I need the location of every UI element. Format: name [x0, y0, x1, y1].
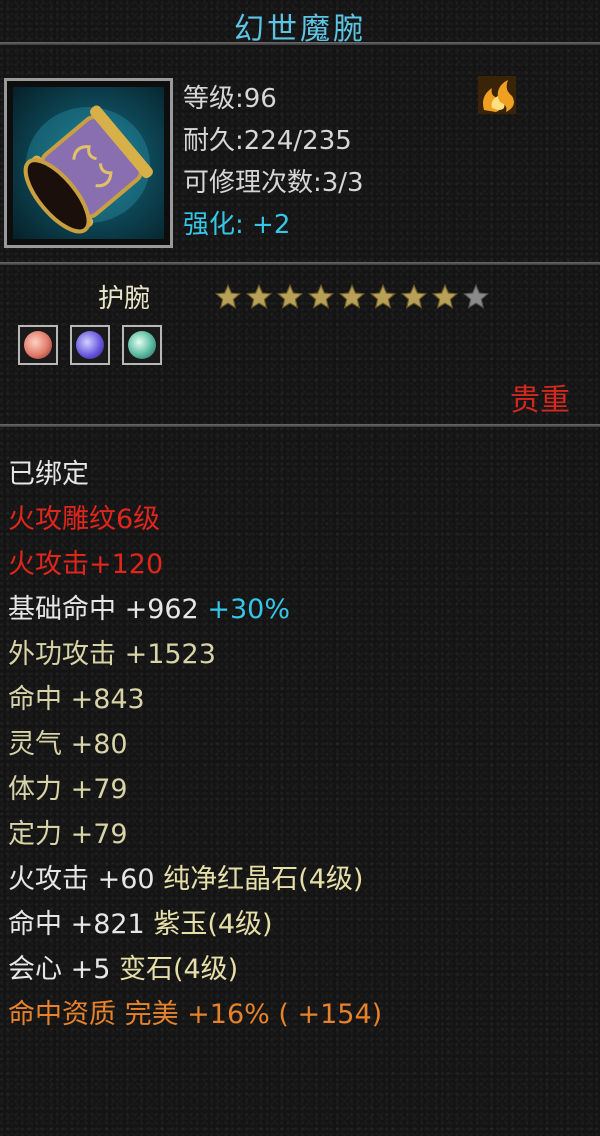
red-gem-icon [24, 331, 52, 359]
item-enhance: 强化: +2 [183, 204, 290, 241]
gem3-name: 变石(4级) [118, 954, 239, 985]
star-empty-icon [462, 283, 490, 309]
gem-slot-3[interactable] [122, 325, 162, 365]
gem3-stat: 会心 +5 [8, 954, 119, 985]
gem2-name: 紫玉(4级) [153, 909, 273, 940]
focus: 定力 +79 [8, 819, 128, 850]
stamina: 体力 +79 [8, 774, 128, 805]
enhance-label: 强化: [183, 210, 244, 240]
item-type: 护腕 [98, 284, 151, 314]
bound-status: 已绑定 [8, 459, 89, 490]
bracer-icon [13, 87, 164, 239]
star-filled-icon [214, 283, 242, 309]
attribute-list: 已绑定 火攻雕纹6级 火攻击+120 基础命中 +962 +30% 外功攻击 +… [8, 455, 382, 1040]
gem1-stat: 火攻击 +60 [8, 864, 164, 895]
purple-gem-icon [76, 331, 104, 359]
star-filled-icon [400, 283, 428, 309]
item-level: 等级:96 [183, 84, 277, 114]
item-repair-count: 可修理次数:3/3 [183, 168, 364, 198]
star-filled-icon [431, 283, 459, 309]
divider-2 [0, 424, 600, 427]
star-filled-icon [276, 283, 304, 309]
enhance-value: +2 [252, 210, 291, 240]
hit-aptitude: 命中资质 完美 +16% ( +154) [8, 995, 382, 1040]
star-rating [214, 283, 490, 311]
hit: 命中 +843 [8, 684, 145, 715]
engraving: 火攻雕纹6级 [8, 504, 161, 535]
gem-slot-1[interactable] [18, 325, 58, 365]
fire-attack: 火攻击+120 [8, 549, 164, 580]
fire-icon [472, 74, 520, 118]
gem1-name: 纯净红晶石(4级) [163, 864, 364, 895]
item-durability: 耐久:224/235 [183, 126, 352, 156]
item-icon-frame [4, 78, 173, 248]
aptitude-value: 完美 +16% ( +154) [124, 999, 383, 1030]
base-hit-value: 基础命中 +962 [8, 594, 199, 625]
green-gem-icon [128, 331, 156, 359]
item-name: 幻世魔腕 [234, 12, 366, 47]
aptitude-label: 命中资质 [8, 999, 125, 1030]
base-hit-pct: +30% [207, 594, 290, 625]
base-hit: 基础命中 +962 +30% [8, 590, 382, 635]
star-filled-icon [245, 283, 273, 309]
gem-slots [18, 325, 162, 365]
star-filled-icon [338, 283, 366, 309]
spirit: 灵气 +80 [8, 729, 128, 760]
star-filled-icon [369, 283, 397, 309]
star-filled-icon [307, 283, 335, 309]
divider-1 [0, 262, 600, 265]
outer-attack: 外功攻击 +1523 [8, 639, 216, 670]
gem-slot-2[interactable] [70, 325, 110, 365]
gem3-bonus: 会心 +5 变石(4级) [8, 950, 382, 995]
gem1-bonus: 火攻击 +60 纯净红晶石(4级) [8, 860, 382, 905]
gem2-bonus: 命中 +821 紫玉(4级) [8, 905, 382, 950]
item-quality: 贵重 [510, 383, 570, 418]
gem2-stat: 命中 +821 [8, 909, 154, 940]
